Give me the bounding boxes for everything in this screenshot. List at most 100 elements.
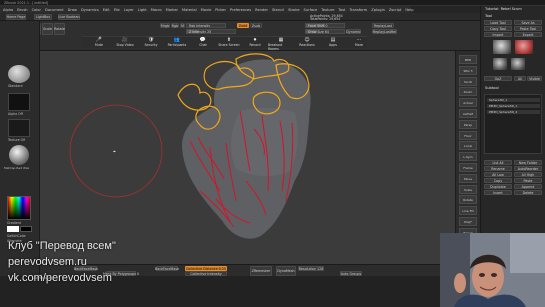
live-boolean-button[interactable]: Live Boolean (58, 14, 80, 20)
auto-reorder-button[interactable]: AutoReorder (514, 166, 542, 171)
shelf-persp-button[interactable]: Persp (459, 119, 477, 129)
mrgb-button[interactable]: Mrgb (160, 23, 170, 28)
goz-button[interactable]: GoZ (484, 76, 512, 81)
paste-button[interactable]: Paste (514, 178, 542, 183)
menu-item-zscript[interactable]: Zscript (389, 8, 401, 12)
replay-last-button[interactable]: ReplayLast (372, 23, 394, 28)
menu-item-stencil[interactable]: Stencil (272, 8, 284, 12)
tool-thumbnail[interactable] (493, 40, 511, 54)
zsub-button[interactable]: Zsub (250, 23, 262, 28)
main-color-swatch[interactable] (7, 226, 19, 232)
meeting-breakout-rooms-button[interactable]: ▦ Breakout Rooms (268, 37, 294, 51)
meeting-participants-button[interactable]: 👥 Participants (164, 37, 190, 49)
meeting-reactions-button[interactable]: ☺ Reactions (294, 37, 320, 49)
menu-item-tool[interactable]: Tool (338, 8, 345, 12)
menu-item-preferences[interactable]: Preferences (230, 8, 251, 12)
dynamic-button[interactable]: Dynamic (346, 29, 361, 34)
meeting-mute-button[interactable]: 🎤 Mute (86, 37, 112, 49)
shelf-spix-3-button[interactable]: SPix 3 (459, 65, 477, 75)
shelf-scale-button[interactable]: Scale (459, 184, 477, 194)
menu-item-color[interactable]: Color (32, 8, 41, 12)
menu-item-macro[interactable]: Macro (151, 8, 162, 12)
shelf-bpr-button[interactable]: BPR (459, 55, 477, 64)
subtool-row[interactable]: PM3D_Sphere3D_2 (487, 110, 540, 114)
duplicate-button[interactable]: Duplicate (484, 184, 512, 189)
subtool-row[interactable]: Sphere3D_1 (487, 98, 540, 102)
meeting-record-button[interactable]: ⏺ Record (242, 37, 268, 49)
shelf-zoom-button[interactable]: Zoom (459, 87, 477, 97)
menu-item-marker[interactable]: Marker (166, 8, 178, 12)
all-low-button[interactable]: All Low (484, 172, 512, 177)
new-folder-button[interactable]: New Folder (514, 160, 542, 165)
list-all-button[interactable]: List All (484, 160, 512, 165)
m-button[interactable]: M (180, 23, 185, 28)
delete-button[interactable]: Delete (514, 190, 542, 195)
home-page-button[interactable]: Home Page (6, 14, 26, 20)
zremesher-button[interactable]: ZRemesher (250, 266, 272, 276)
material-preview[interactable] (9, 145, 29, 165)
tool-thumbnail-alt[interactable] (515, 40, 533, 54)
subtool-row[interactable]: PM3D_Sphere3D_1 (487, 104, 540, 108)
color-picker[interactable] (7, 196, 31, 220)
meeting-chat-button[interactable]: 💬 Chat (190, 37, 216, 49)
menu-item-stroke[interactable]: Stroke (288, 8, 299, 12)
menu-item-document[interactable]: Document (45, 8, 64, 12)
menu-item-draw[interactable]: Draw (68, 8, 77, 12)
rename-button[interactable]: Rename (484, 166, 512, 171)
all-button[interactable]: All (514, 76, 526, 81)
menu-item-movie[interactable]: Movie (201, 8, 212, 12)
shelf-rotate-button[interactable]: Rotate (459, 195, 477, 205)
menu-item-zplugin[interactable]: Zplugin (371, 8, 385, 12)
z-intensity-slider[interactable]: Z Intensity 25 (186, 29, 236, 34)
sculpt-canvas[interactable]: ⌖ (40, 51, 455, 264)
dynamesh-button[interactable]: DynaMesh (276, 266, 296, 276)
meeting-more-button[interactable]: ⋯ More (346, 37, 372, 49)
copy-tool-button[interactable]: Copy Tool (484, 26, 512, 31)
meeting-apps-button[interactable]: ▤ Apps (320, 37, 346, 49)
meeting-stop-video-button[interactable]: 🎥 Stop Video (112, 37, 138, 49)
resolution-slider[interactable]: Resolution 128 (298, 266, 324, 271)
rgb-button[interactable]: Rgb (171, 23, 179, 28)
menu-item-texture[interactable]: Texture (321, 8, 334, 12)
copy-button[interactable]: Copy (484, 178, 512, 183)
shelf-aahalf-button[interactable]: AAHalf (459, 109, 477, 118)
menu-item-light[interactable]: Light (138, 8, 147, 12)
alpha-preview[interactable] (8, 93, 30, 111)
insert-button[interactable]: Insert (484, 190, 512, 195)
menu-item-brush[interactable]: Brush (17, 8, 27, 12)
tool-thumbnail-small[interactable] (493, 58, 507, 70)
replay-last-rel-button[interactable]: ReplayLastRel (372, 29, 397, 34)
menu-item-dynamics[interactable]: Dynamics (81, 8, 99, 12)
menu-item-layer[interactable]: Layer (124, 8, 134, 12)
shelf-local-button[interactable]: Local (459, 141, 477, 151)
shelf-scroll-button[interactable]: Scroll (459, 76, 477, 86)
menu-item-surface[interactable]: Surface (304, 8, 318, 12)
export-button[interactable]: Export (514, 32, 542, 37)
rgb-intensity-slider[interactable]: Rgb Intensity (186, 23, 226, 28)
shelf-move-button[interactable]: Move (459, 173, 477, 183)
all-high-button[interactable]: All High (514, 172, 542, 177)
menu-item-help[interactable]: Help (405, 8, 413, 12)
append-button[interactable]: Append (514, 184, 542, 189)
load-tool-button[interactable]: Load Tool (484, 20, 512, 25)
meeting-security-button[interactable]: 🛡 Security (138, 37, 164, 49)
paste-tool-button[interactable]: Paste Tool (514, 26, 542, 31)
subtool-header[interactable]: Subtool (485, 86, 499, 90)
tool-header[interactable]: Tool (485, 14, 492, 18)
canvas-viewport[interactable]: ⌖ (40, 51, 455, 264)
backface-mask-b-button[interactable]: BackFaceMask (155, 266, 179, 271)
menu-item-material[interactable]: Material (182, 8, 197, 12)
secondary-color-swatch[interactable] (20, 226, 32, 232)
draw-size-slider[interactable]: Draw Size 64 (305, 29, 345, 34)
shelf-frame-button[interactable]: Frame (459, 163, 477, 172)
menu-item-transform[interactable]: Transform (349, 8, 367, 12)
shelf-polyf-button[interactable]: PolyF (459, 217, 477, 226)
shelf-floor-button[interactable]: Floor (459, 130, 477, 140)
tool-thumbnail-small-b[interactable] (511, 58, 525, 70)
shelf-l-sym-button[interactable]: L.Sym (459, 152, 477, 162)
shelf-line-fill-button[interactable]: Line Fill (459, 206, 477, 216)
lightbox-button[interactable]: LightBox (34, 14, 52, 20)
import-button[interactable]: Import (484, 32, 512, 37)
rotate-button[interactable]: Rotate (54, 23, 65, 35)
menu-item-alpha[interactable]: Alpha (3, 8, 13, 12)
